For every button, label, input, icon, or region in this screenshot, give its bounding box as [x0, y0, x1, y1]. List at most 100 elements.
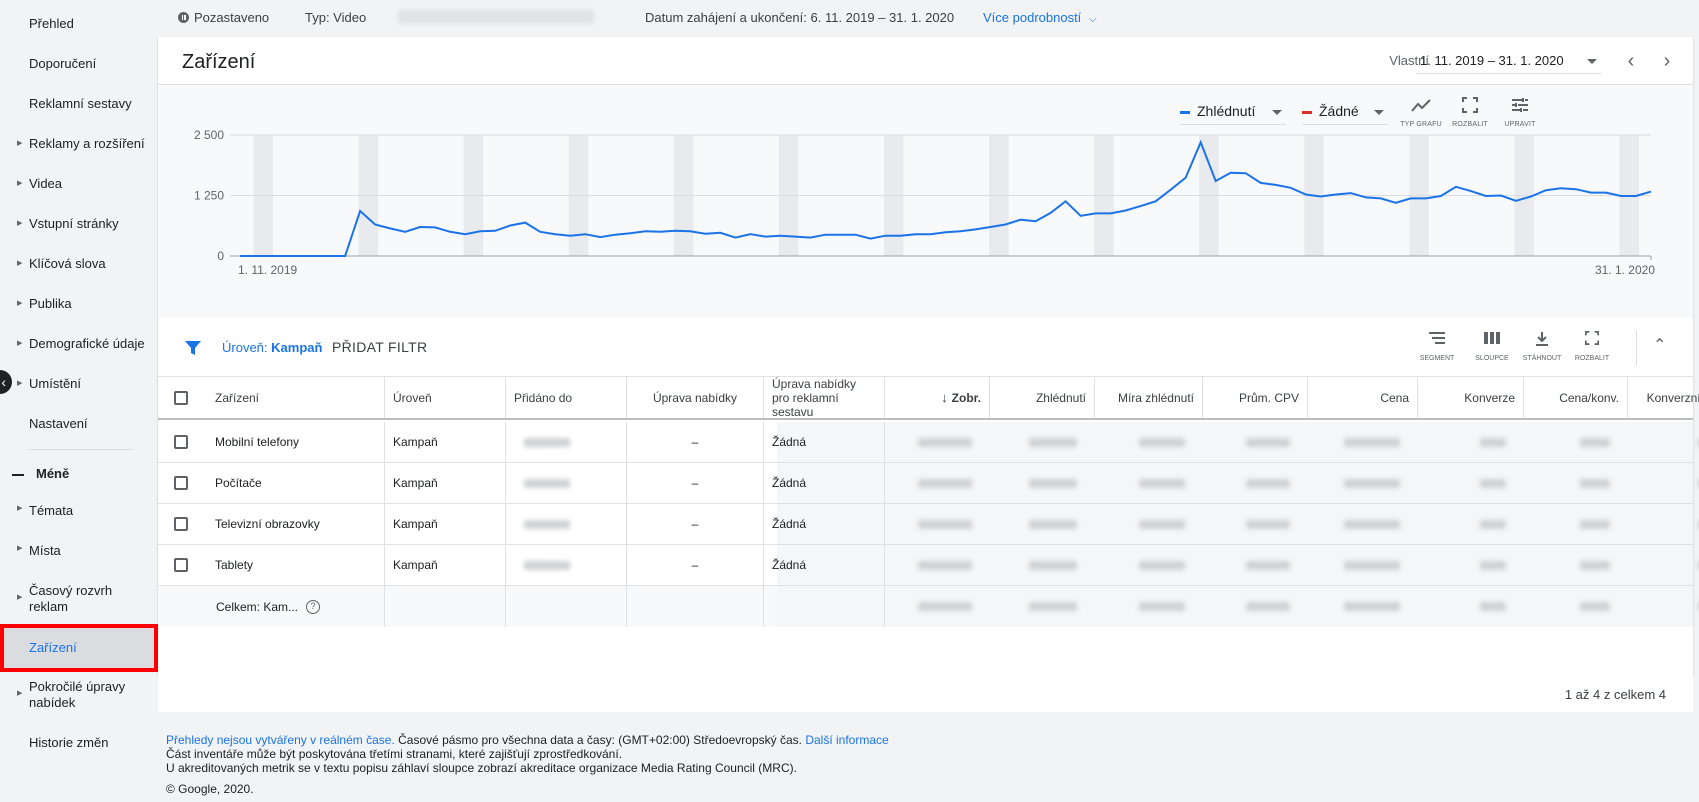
- row-checkbox[interactable]: [173, 476, 188, 490]
- sidebar-item-label: Vstupní stránky: [29, 216, 119, 231]
- footer-line-2: Část inventáře může být poskytována třet…: [166, 747, 623, 761]
- row-checkbox[interactable]: [173, 558, 188, 572]
- select-all-checkbox[interactable]: [173, 390, 188, 405]
- sidebar-item-label: Přehled: [29, 16, 74, 31]
- bid-adjustment-group-value[interactable]: Žádná: [764, 504, 885, 544]
- redacted-value: [1580, 478, 1610, 488]
- table-expand-label: ROZBALIT: [1574, 355, 1610, 362]
- sidebar-item[interactable]: ▶ Reklamy a rozšíření: [0, 136, 158, 164]
- header-conversions[interactable]: Konverze: [1418, 377, 1524, 418]
- redacted-value: [918, 519, 972, 529]
- segment-icon: [1412, 331, 1462, 351]
- redacted-value: [1029, 478, 1077, 488]
- expand-arrow-icon: ▶: [17, 545, 23, 552]
- bid-adjustment-value: –: [627, 422, 764, 462]
- total-row: Celkem: Kam...?: [158, 586, 1699, 627]
- metric-redacted: [1095, 422, 1203, 462]
- header-conversion-rate[interactable]: Konverzní poměr: [1628, 377, 1699, 418]
- sidebar-item-label: Umístění: [29, 376, 82, 391]
- sidebar-item[interactable]: ▶ Vstupní stránky: [0, 216, 158, 244]
- sidebar-item[interactable]: Reklamní sestavy: [0, 96, 158, 124]
- more-details-link[interactable]: Více podrobností ⌵: [983, 10, 1097, 25]
- collapse-chevron-up-icon[interactable]: ⌃: [1653, 335, 1666, 355]
- metric-redacted: [990, 422, 1095, 462]
- header-level[interactable]: Úroveň: [385, 377, 506, 418]
- sidebar-item-selected[interactable]: Zařízení: [0, 624, 158, 672]
- metric-redacted: [1418, 545, 1524, 585]
- header-added-to[interactable]: Přidáno do: [506, 377, 627, 418]
- metric-redacted: [1203, 463, 1308, 503]
- header-device[interactable]: Zařízení: [203, 377, 385, 418]
- toolbar-divider: [1636, 331, 1637, 365]
- help-icon[interactable]: ?: [306, 599, 321, 614]
- sidebar-item-label: Reklamní sestavy: [29, 96, 132, 111]
- table-expand-button[interactable]: ROZBALIT: [1567, 331, 1617, 362]
- download-button[interactable]: STÁHNOUT: [1517, 331, 1567, 362]
- metric-redacted: [1628, 463, 1699, 503]
- redacted-value: [524, 437, 570, 447]
- columns-button[interactable]: SLOUPCE: [1467, 331, 1517, 362]
- metric1-select[interactable]: Zhlédnutí: [1180, 99, 1286, 125]
- header-impressions[interactable]: ↓ Zobr.: [885, 377, 990, 418]
- less-toggle[interactable]: Méně: [12, 466, 69, 481]
- prev-period-button[interactable]: ‹: [1619, 50, 1643, 74]
- redacted-value: [918, 437, 972, 447]
- realtime-reports-link[interactable]: Přehledy nejsou vytvářeny v reálném čase…: [166, 733, 395, 747]
- header-bid-adjustment[interactable]: Úprava nabídky: [627, 377, 764, 418]
- bid-adjustment-group-value[interactable]: Žádná: [764, 545, 885, 585]
- total-empty-cell: [764, 586, 885, 627]
- add-filter-button[interactable]: PŘIDAT FILTR: [332, 339, 427, 355]
- sidebar-item[interactable]: Přehled: [0, 16, 158, 44]
- header-views[interactable]: Zhlédnutí: [990, 377, 1095, 418]
- redacted-value: [1139, 560, 1185, 570]
- level-filter-chip[interactable]: Úroveň: Kampaň: [222, 340, 322, 355]
- metric2-select[interactable]: Žádné: [1302, 99, 1388, 125]
- sidebar-item-label: Časový rozvrh reklam: [29, 583, 113, 614]
- total-label: Celkem: Kam...: [216, 599, 299, 614]
- sidebar-item[interactable]: ▶ Témata: [0, 503, 158, 521]
- sidebar-item[interactable]: ▶ Pokročilé úpravy nabídek: [0, 679, 158, 715]
- row-checkbox[interactable]: [173, 517, 188, 531]
- more-info-link[interactable]: Další informace: [805, 733, 888, 747]
- sidebar-item[interactable]: ▶ Umístění: [0, 376, 158, 404]
- header-avg-cpv[interactable]: Prům. CPV: [1203, 377, 1308, 418]
- header-cost-per-conversion[interactable]: Cena/konv.: [1524, 377, 1628, 418]
- chart-expand-label: ROZBALIT: [1452, 121, 1488, 128]
- sidebar-item[interactable]: ▶ Časový rozvrh reklam: [0, 583, 158, 619]
- columns-icon: [1467, 331, 1517, 351]
- segment-button[interactable]: SEGMENT: [1412, 331, 1462, 362]
- chart-type-button[interactable]: TYP GRAFU: [1399, 96, 1443, 128]
- filter-icon[interactable]: [184, 339, 202, 357]
- metric-redacted: [1418, 463, 1524, 503]
- sidebar-item[interactable]: ▶ Publika: [0, 296, 158, 324]
- less-label: Méně: [36, 466, 70, 481]
- sidebar-item[interactable]: ▶ Místa: [0, 543, 158, 561]
- redacted-value: [1246, 519, 1290, 529]
- chart-expand-button[interactable]: ROZBALIT: [1448, 96, 1492, 128]
- sidebar-item-label: Témata: [29, 503, 74, 518]
- row-checkbox[interactable]: [173, 435, 188, 449]
- redacted-value: [918, 602, 972, 611]
- header-view-rate[interactable]: Míra zhlédnutí: [1095, 377, 1203, 418]
- total-empty-cell: [627, 586, 764, 627]
- sidebar-item[interactable]: ▶ Videa: [0, 176, 158, 204]
- sidebar-item[interactable]: ▶ Klíčová slova: [0, 256, 158, 284]
- chart-edit-button[interactable]: UPRAVIT: [1498, 96, 1542, 128]
- bid-adjustment-group-value[interactable]: Žádná: [764, 463, 885, 503]
- device-name: Počítače: [203, 463, 385, 503]
- next-period-button[interactable]: ›: [1655, 50, 1679, 74]
- date-range-select[interactable]: 1. 11. 2019 – 31. 1. 2020: [1416, 50, 1601, 74]
- metric-redacted: [1095, 545, 1203, 585]
- card-header: Zařízení Vlastní 1. 11. 2019 – 31. 1. 20…: [158, 37, 1693, 85]
- sidebar-item[interactable]: Historie změn: [0, 735, 158, 753]
- level-value: Kampaň: [385, 422, 506, 462]
- sidebar-item-label: Historie změn: [29, 735, 109, 750]
- sidebar-item[interactable]: ▶ Demografické údaje: [0, 336, 158, 364]
- header-cost[interactable]: Cena: [1308, 377, 1418, 418]
- sidebar-item[interactable]: Nastavení: [0, 416, 158, 444]
- header-bid-adjustment-group[interactable]: Úprava nabídky pro reklamní sestavu: [764, 377, 885, 419]
- bid-adjustment-group-value[interactable]: Žádná: [764, 422, 885, 462]
- added-to-redacted: [506, 463, 627, 503]
- metric-redacted: [1203, 422, 1308, 462]
- sidebar-item[interactable]: Doporučení: [0, 56, 158, 84]
